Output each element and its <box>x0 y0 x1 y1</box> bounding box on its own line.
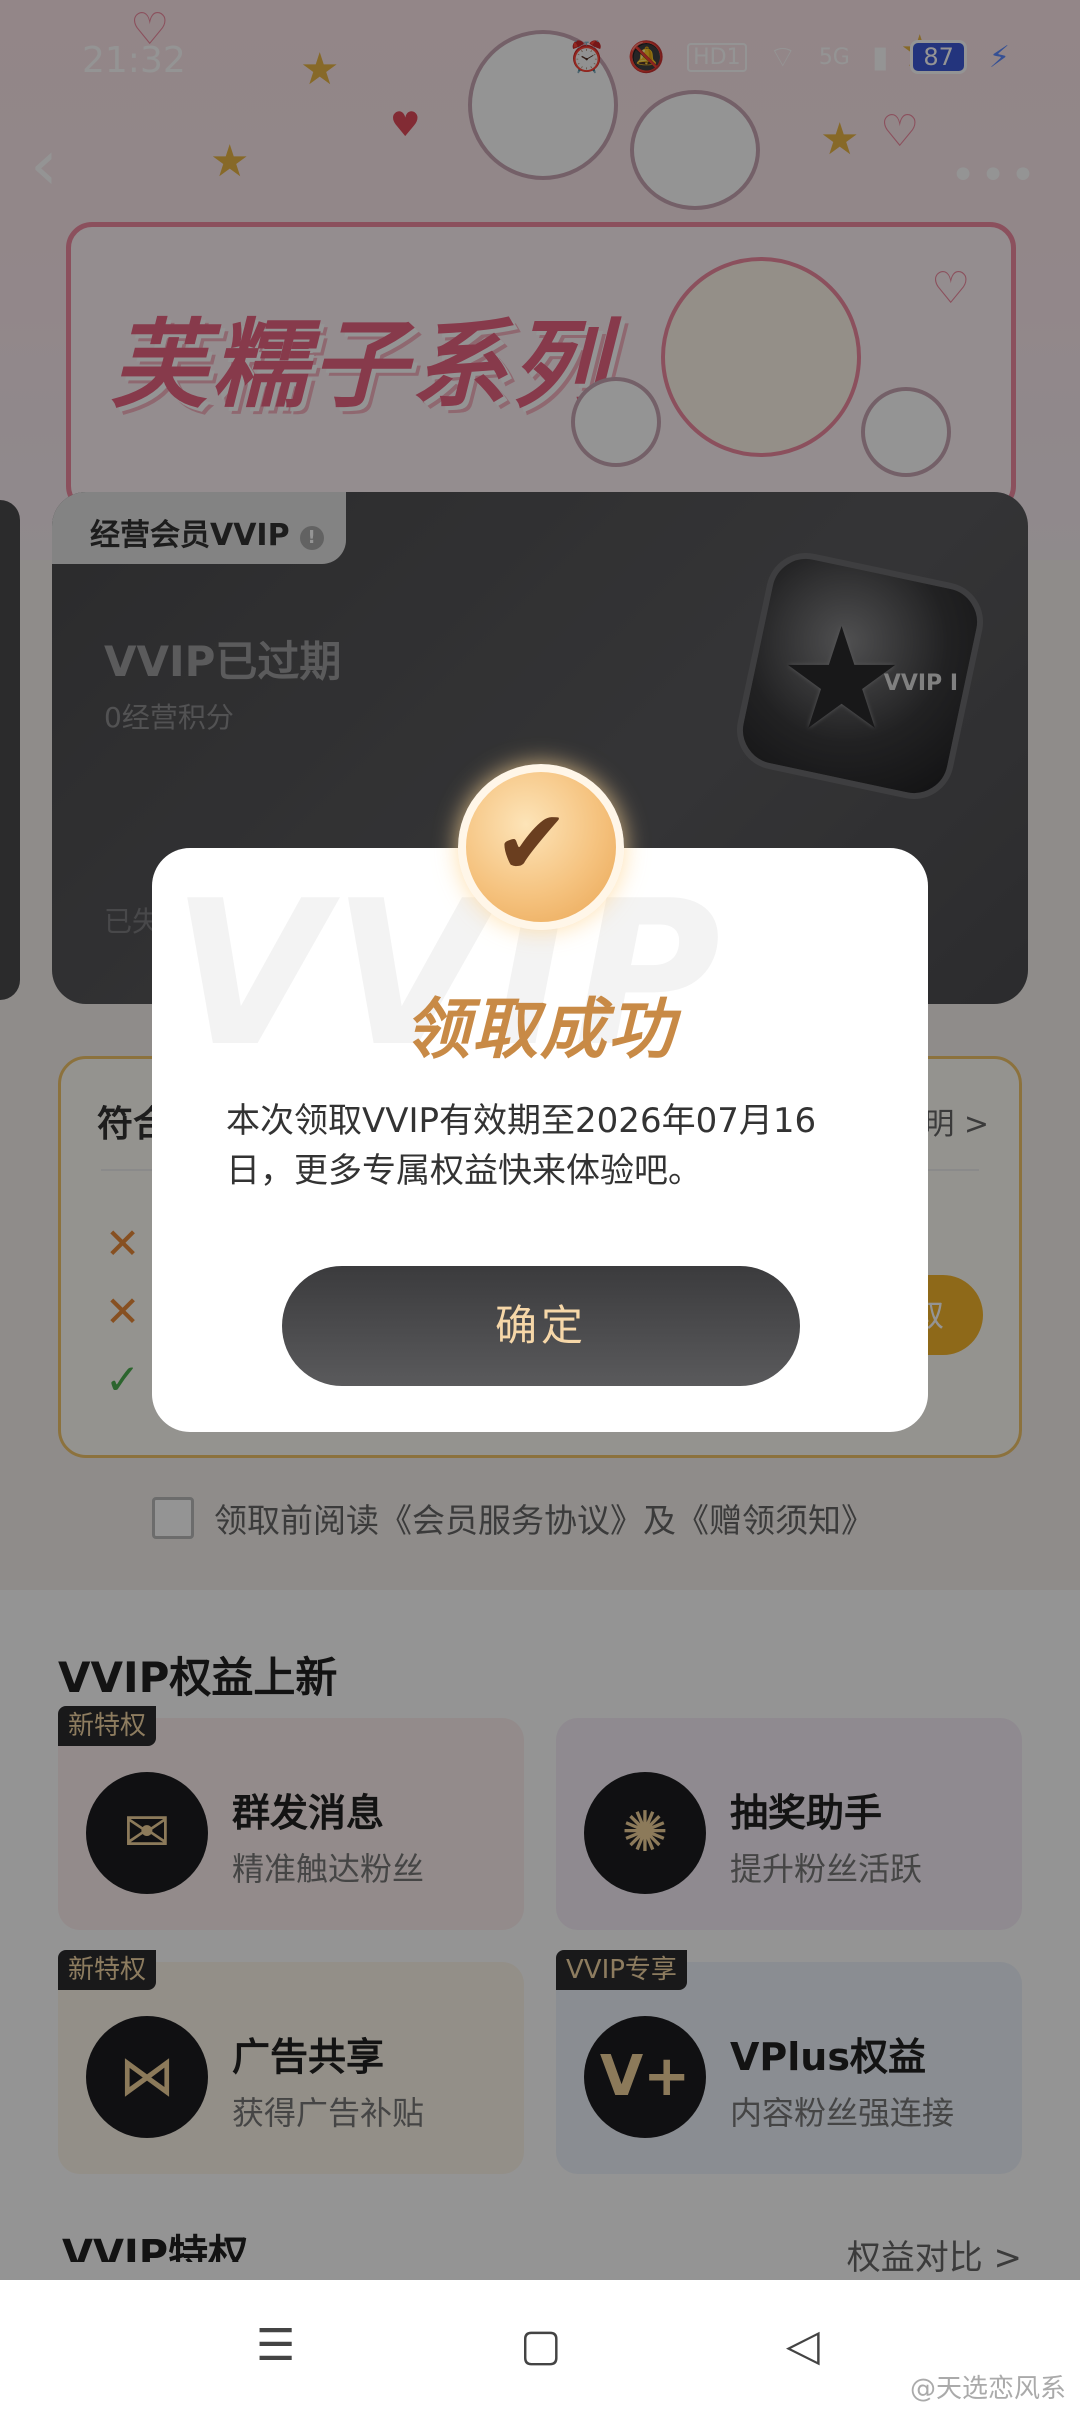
menu-icon[interactable]: ☰ <box>256 2320 295 2371</box>
checkmark-icon: ✔ <box>494 791 570 896</box>
home-square-icon[interactable]: ▢ <box>520 2320 562 2371</box>
success-dialog: VVIP ✔ 领取成功 本次领取VVIP有效期至2026年07月16日，更多专属… <box>152 764 928 1432</box>
back-triangle-icon[interactable]: ◁ <box>786 2320 820 2371</box>
dialog-message: 本次领取VVIP有效期至2026年07月16日，更多专属权益快来体验吧。 <box>226 1101 817 1191</box>
dialog-title: 领取成功 <box>404 991 676 1068</box>
watermark: @天选恋风系 <box>909 2374 1066 2404</box>
confirm-button[interactable]: 确定 <box>282 1266 800 1386</box>
success-badge: ✔ <box>458 764 624 930</box>
